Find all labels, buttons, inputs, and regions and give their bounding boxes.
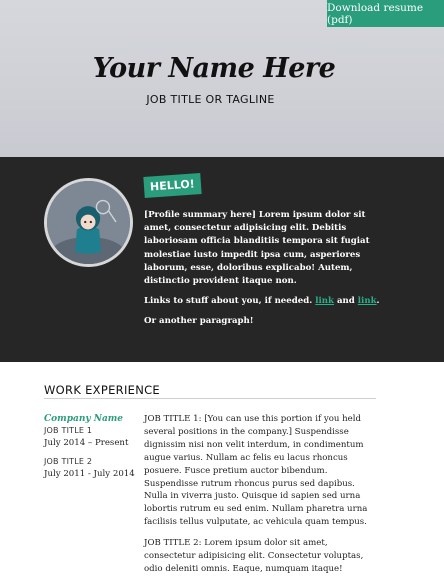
hello-badge: HELLO!	[143, 173, 202, 198]
job2-dates: July 2011 - July 2014	[44, 469, 135, 479]
job1-title: JOB TITLE 1	[44, 426, 93, 435]
job2-title: JOB TITLE 2	[44, 457, 93, 466]
profile-link-2[interactable]: link	[358, 296, 377, 306]
summary-text: [Profile summary here] Lorem ipsum dolor…	[144, 210, 370, 287]
other-paragraph: Or another paragraph!	[144, 316, 254, 327]
profile-section: [Profile summary here] Lorem ipsum dolor…	[0, 157, 444, 362]
profile-link-1[interactable]: link	[315, 296, 334, 306]
figurine-photo-icon	[47, 181, 130, 264]
avatar	[44, 178, 133, 267]
work-experience-heading: WORK EXPERIENCE	[44, 383, 161, 397]
job2-description: JOB TITLE 2: Lorem ipsum dolor sit amet,…	[144, 538, 364, 574]
links-and: and	[336, 296, 355, 307]
links-prefix: Links to stuff about you, if needed.	[144, 296, 313, 307]
job-descriptions: JOB TITLE 1: [You can use this portion i…	[144, 413, 380, 581]
page-title: Your Name Here	[92, 53, 336, 84]
download-resume-button[interactable]: Download resume (pdf)	[327, 0, 444, 27]
job1-description: JOB TITLE 1: [You can use this portion i…	[144, 414, 368, 528]
links-paragraph: Links to stuff about you, if needed. lin…	[144, 295, 380, 308]
company-name: Company Name	[44, 414, 124, 424]
links-suffix: .	[376, 296, 380, 307]
tagline: JOB TITLE OR TAGLINE	[146, 93, 275, 106]
job1-dates: July 2014 – Present	[44, 438, 129, 448]
header: Download resume (pdf) Your Name Here JOB…	[0, 0, 444, 157]
job-sidebar: Company Name JOB TITLE 1 July 2014 – Pre…	[44, 413, 139, 481]
profile-summary: [Profile summary here] Lorem ipsum dolor…	[144, 209, 380, 336]
section-divider	[44, 398, 376, 399]
